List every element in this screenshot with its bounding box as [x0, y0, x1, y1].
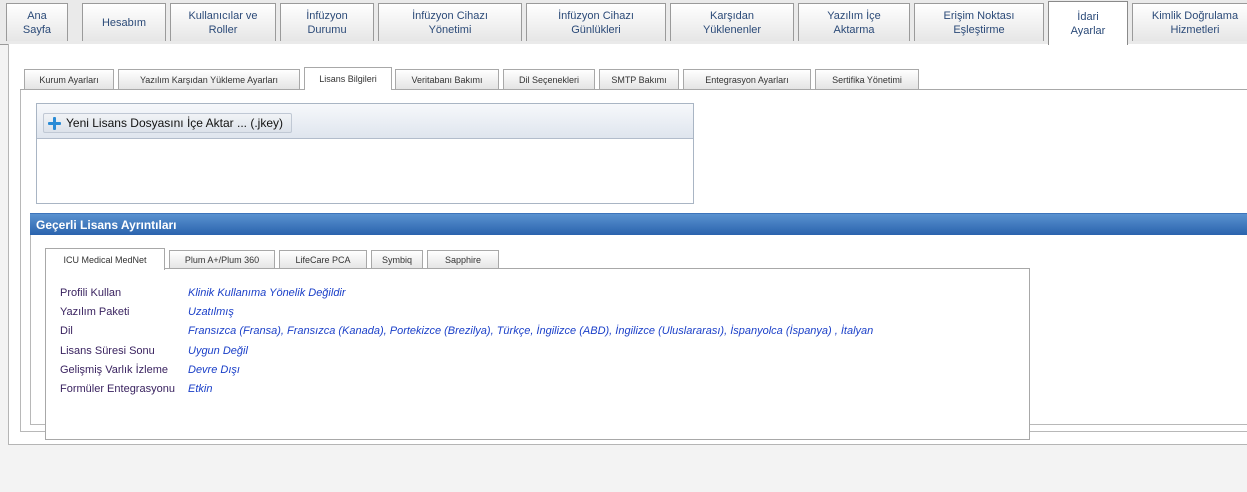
tab-symbiq[interactable]: Symbiq [371, 250, 423, 269]
tab-certificate-management[interactable]: Sertifika Yönetimi [815, 69, 919, 89]
nav-tab-users-and-roles[interactable]: Kullanıcılar ve Roller [170, 3, 276, 41]
property-label: Gelişmiş Varlık İzleme [60, 364, 168, 376]
property-value: Etkin [188, 383, 213, 395]
property-row-license-expiry: Lisans Süresi Sonu Uygun Değil [60, 345, 248, 359]
tab-integration-settings[interactable]: Entegrasyon Ayarları [683, 69, 811, 89]
tab-language-options[interactable]: Dil Seçenekleri [503, 69, 595, 89]
property-row-formulary-integration: Formüler Entegrasyonu Etkin [60, 383, 212, 397]
tab-facility-settings[interactable]: Kurum Ayarları [24, 69, 114, 89]
property-row-software-package: Yazılım Paketi Uzatılmış [60, 306, 234, 320]
plus-icon [48, 116, 61, 130]
nav-tab-authentication-services[interactable]: Kimlik Doğrulama Hizmetleri [1132, 3, 1247, 41]
tab-sapphire[interactable]: Sapphire [427, 250, 499, 269]
property-row-asset-tracking: Gelişmiş Varlık İzleme Devre Dışı [60, 364, 240, 378]
property-label: Profili Kullan [60, 287, 122, 299]
property-value: Uzatılmış [188, 306, 234, 318]
property-label: Formüler Entegrasyonu [60, 383, 175, 395]
property-value: Devre Dışı [188, 364, 240, 376]
nav-tab-software-import[interactable]: Yazılım İçe Aktarma [798, 3, 910, 41]
nav-tab-access-point-mapping[interactable]: Erişim Noktası Eşleştirme [914, 3, 1044, 41]
tab-database-maintenance[interactable]: Veritabanı Bakımı [395, 69, 499, 89]
property-value: Fransızca (Fransa), Fransızca (Kanada), … [188, 325, 874, 337]
tab-software-download-settings[interactable]: Yazılım Karşıdan Yükleme Ayarları [118, 69, 300, 89]
tab-plum[interactable]: Plum A+/Plum 360 [169, 250, 275, 269]
tab-smtp-maintenance[interactable]: SMTP Bakımı [599, 69, 679, 89]
nav-tab-device-management[interactable]: İnfüzyon Cihazı Yönetimi [378, 3, 522, 41]
nav-tab-device-logs[interactable]: İnfüzyon Cihazı Günlükleri [526, 3, 666, 41]
import-license-button[interactable]: Yeni Lisans Dosyasını İçe Aktar ... (.jk… [43, 113, 292, 133]
tab-lifecare-pca[interactable]: LifeCare PCA [279, 250, 367, 269]
tab-license-info[interactable]: Lisans Bilgileri [304, 67, 392, 90]
nav-tab-my-account[interactable]: Hesabım [82, 3, 166, 41]
property-row-language: Dil Fransızca (Fransa), Fransızca (Kanad… [60, 325, 873, 339]
nav-tab-admin-settings[interactable]: İdari Ayarlar [1048, 1, 1128, 45]
nav-tab-infusion-status[interactable]: İnfüzyon Durumu [280, 3, 374, 41]
property-value: Klinik Kullanıma Yönelik Değildir [188, 287, 346, 299]
nav-tab-downloads[interactable]: Karşıdan Yüklenenler [670, 3, 794, 41]
property-label: Dil [60, 325, 73, 337]
import-license-label: Yeni Lisans Dosyasını İçe Aktar ... (.jk… [66, 116, 283, 130]
property-row-profile: Profili Kullan Klinik Kullanıma Yönelik … [60, 287, 346, 301]
nav-tab-home[interactable]: Ana Sayfa [6, 3, 68, 41]
property-value: Uygun Değil [188, 345, 248, 357]
property-label: Lisans Süresi Sonu [60, 345, 155, 357]
license-import-panel: Yeni Lisans Dosyasını İçe Aktar ... (.jk… [36, 103, 694, 204]
property-label: Yazılım Paketi [60, 306, 130, 318]
license-details-header: Geçerli Lisans Ayrıntıları [30, 213, 1247, 235]
tab-icu-medical-mednet[interactable]: ICU Medical MedNet [45, 248, 165, 270]
import-toolbar: Yeni Lisans Dosyasını İçe Aktar ... (.jk… [37, 104, 693, 139]
top-navigation: Ana Sayfa Hesabım Kullanıcılar ve Roller… [0, 0, 1247, 45]
